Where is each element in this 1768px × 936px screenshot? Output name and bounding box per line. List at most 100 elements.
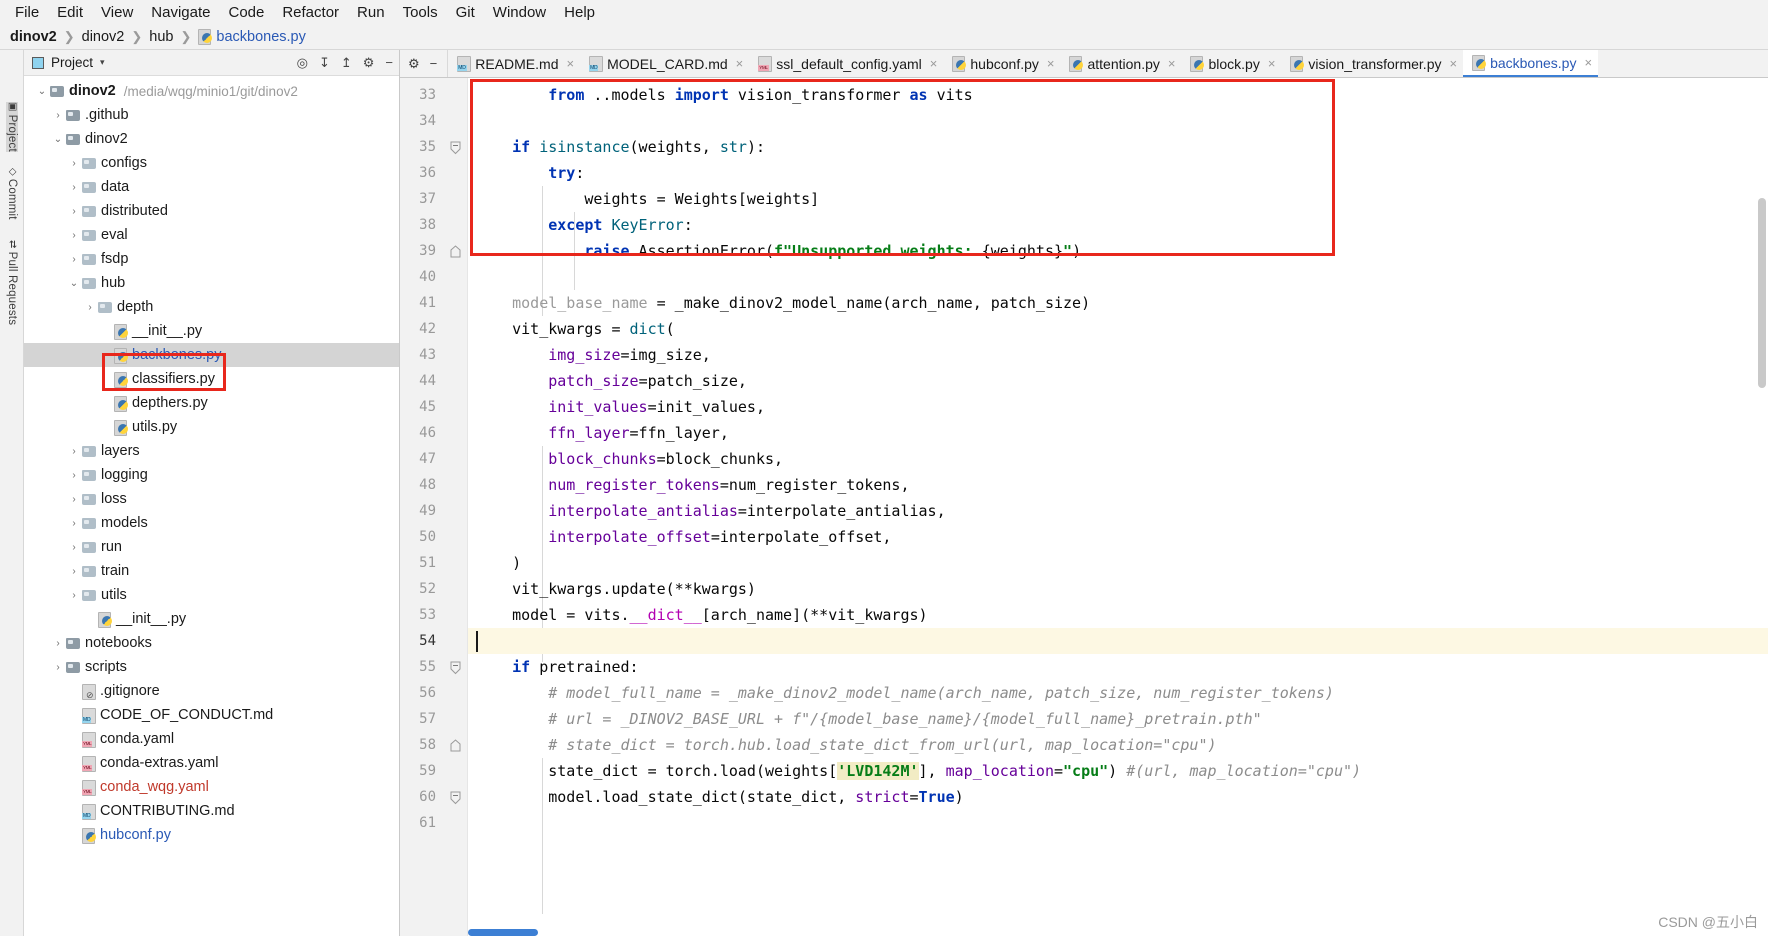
code-line[interactable]: ffn_layer=ffn_layer, [468,420,1768,446]
close-icon[interactable]: × [1449,56,1457,71]
code-folding-gutter[interactable] [446,78,468,936]
tree-row-models[interactable]: › models [24,511,399,535]
fold-region-start-icon[interactable] [450,141,461,155]
chevron-right-icon[interactable]: › [66,158,82,169]
code-line[interactable]: model.load_state_dict(state_dict, strict… [468,784,1768,810]
code-line[interactable]: ) [468,550,1768,576]
tree-row---init---py[interactable]: › __init__.py [24,319,399,343]
tree-row-configs[interactable]: › configs [24,151,399,175]
tree-row-backbones-py[interactable]: › backbones.py [24,343,399,367]
editor-tab-attention-py[interactable]: attention.py × [1060,50,1181,77]
editor-horizontal-scrollbar[interactable] [468,928,848,936]
code-line[interactable]: raise AssertionError(f"Unsupported weigh… [468,238,1768,264]
chevron-right-icon[interactable]: › [66,590,82,601]
chevron-down-icon[interactable]: ⌄ [34,86,50,97]
project-tree[interactable]: ⌄ dinov2/media/wqg/minio1/git/dinov2 › .git… [24,76,399,936]
tree-row-data[interactable]: › data [24,175,399,199]
tree-row-train[interactable]: › train [24,559,399,583]
chevron-down-icon[interactable]: ▾ [100,57,105,68]
chevron-right-icon[interactable]: › [66,206,82,217]
code-line[interactable]: # model_full_name = _make_dinov2_model_n… [468,680,1768,706]
code-line[interactable]: except KeyError: [468,212,1768,238]
toolwindow-button-project[interactable]: ▣Project [5,102,18,152]
code-line[interactable]: vit_kwargs.update(**kwargs) [468,576,1768,602]
close-icon[interactable]: × [1168,56,1176,71]
tree-row-notebooks[interactable]: › notebooks [24,631,399,655]
gear-icon[interactable]: ⚙ [363,56,375,69]
tree-row-root[interactable]: ⌄ dinov2/media/wqg/minio1/git/dinov2 [24,79,399,103]
code-line[interactable]: # url = _DINOV2_BASE_URL + f"/{model_bas… [468,706,1768,732]
scrollbar-thumb[interactable] [468,929,538,936]
menu-item-help[interactable]: Help [555,2,604,23]
code-line[interactable]: model_base_name = _make_dinov2_model_nam… [468,290,1768,316]
hide-icon[interactable]: − [385,56,393,69]
tree-row---init---py[interactable]: › __init__.py [24,607,399,631]
editor-tab-vision-transformer-py[interactable]: vision_transformer.py × [1281,50,1463,77]
code-line[interactable]: vit_kwargs = dict( [468,316,1768,342]
tree-row-scripts[interactable]: › scripts [24,655,399,679]
toolwindow-button-pull-requests[interactable]: ⇄Pull Requests [6,240,18,325]
tree-row-hub[interactable]: ⌄ hub [24,271,399,295]
chevron-right-icon[interactable]: › [66,518,82,529]
editor-tab-ssl-default-config-yaml[interactable]: ssl_default_config.yaml × [749,50,943,77]
tree-row-conda-wqg-yaml[interactable]: › conda_wqg.yaml [24,775,399,799]
code-line[interactable]: block_chunks=block_chunks, [468,446,1768,472]
code-line[interactable]: from ..models import vision_transformer … [468,82,1768,108]
code-content[interactable]: from ..models import vision_transformer … [468,78,1768,936]
tree-row-logging[interactable]: › logging [24,463,399,487]
code-line[interactable]: init_values=init_values, [468,394,1768,420]
chevron-right-icon[interactable]: › [82,302,98,313]
close-icon[interactable]: × [930,56,938,71]
code-line[interactable]: if isinstance(weights, str): [468,134,1768,160]
editor-tab-model-card-md[interactable]: MODEL_CARD.md × [580,50,749,77]
chevron-right-icon[interactable]: › [66,182,82,193]
fold-region-start-icon[interactable] [450,791,461,805]
fold-region-end-icon[interactable] [450,245,461,258]
chevron-right-icon[interactable]: › [50,662,66,673]
code-line[interactable]: model = vits.__dict__[arch_name](**vit_k… [468,602,1768,628]
collapse-all-icon[interactable]: ↥ [341,56,352,69]
expand-all-icon[interactable]: ↧ [319,56,330,69]
menu-item-view[interactable]: View [92,2,142,23]
gear-icon[interactable]: ⚙ [408,56,420,72]
code-line[interactable] [468,628,1768,654]
chevron-right-icon[interactable]: › [66,542,82,553]
fold-region-start-icon[interactable] [450,661,461,675]
close-icon[interactable]: × [1584,55,1592,70]
code-line[interactable] [468,264,1768,290]
tree-row-dinov2[interactable]: ⌄ dinov2 [24,127,399,151]
breadcrumb-item-0[interactable]: dinov2 [10,29,57,45]
chevron-right-icon[interactable]: › [50,638,66,649]
menu-item-edit[interactable]: Edit [48,2,92,23]
close-icon[interactable]: × [736,56,744,71]
chevron-right-icon[interactable]: › [66,254,82,265]
locate-icon[interactable]: ◎ [297,56,308,69]
code-line[interactable]: try: [468,160,1768,186]
chevron-down-icon[interactable]: ⌄ [66,278,82,289]
menu-item-tools[interactable]: Tools [394,2,447,23]
tree-row-eval[interactable]: › eval [24,223,399,247]
tree-row-hubconf-py[interactable]: › hubconf.py [24,823,399,847]
editor-tab-backbones-py[interactable]: backbones.py × [1463,50,1599,77]
code-line[interactable]: weights = Weights[weights] [468,186,1768,212]
fold-region-end-icon[interactable] [450,739,461,752]
chevron-down-icon[interactable]: ⌄ [50,134,66,145]
hide-icon[interactable]: − [430,56,438,71]
tree-row-code-of-conduct-md[interactable]: › CODE_OF_CONDUCT.md [24,703,399,727]
code-editor[interactable]: 33 34 35 36 37 38 39 40 41 42 43 44 45 46 47 48 49 50 51 52… [400,78,1768,936]
menu-item-refactor[interactable]: Refactor [273,2,348,23]
menu-item-code[interactable]: Code [219,2,273,23]
breadcrumb-file[interactable]: backbones.py [216,29,305,45]
tree-row-contributing-md[interactable]: › CONTRIBUTING.md [24,799,399,823]
tree-row-depthers-py[interactable]: › depthers.py [24,391,399,415]
tree-row-utils[interactable]: › utils [24,583,399,607]
menu-item-window[interactable]: Window [484,2,555,23]
tree-row-layers[interactable]: › layers [24,439,399,463]
code-line[interactable]: interpolate_antialias=interpolate_antial… [468,498,1768,524]
tree-row-run[interactable]: › run [24,535,399,559]
tree-row-utils-py[interactable]: › utils.py [24,415,399,439]
chevron-right-icon[interactable]: › [66,230,82,241]
close-icon[interactable]: × [1268,56,1276,71]
editor-tab-readme-md[interactable]: README.md × [448,50,580,77]
toolwindow-button-commit[interactable]: ◇Commit [6,168,18,220]
